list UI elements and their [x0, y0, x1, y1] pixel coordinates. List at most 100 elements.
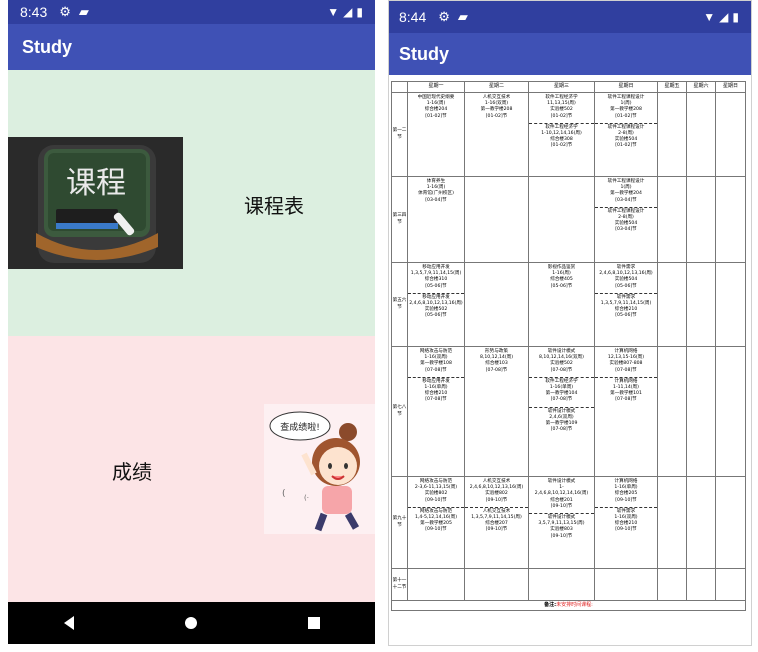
course-entry[interactable]: 软件设计模式 8,10,12,14,16(双周) 实验楼502 [07-08]节 — [530, 348, 594, 375]
svg-text:(: ( — [282, 489, 286, 499]
course-entry[interactable]: 形势与政策 8,10,12,14(周) 综合楼103 [07-08]节 — [466, 348, 528, 375]
timetable-cell[interactable]: 网络攻击与防范 1-16(双周) 第一教学楼108 [07-08]节 移动应用开发 1-1… — [407, 346, 465, 477]
timetable-cell[interactable] — [715, 262, 746, 347]
timetable-cell[interactable] — [464, 262, 529, 347]
timetable-cell[interactable] — [407, 568, 465, 601]
schedule-icon[interactable]: 课程 — [8, 137, 183, 269]
timetable-cell[interactable] — [657, 476, 687, 569]
course-entry[interactable]: 移动应用开发 1,3,5,7,9,11,14,15(周) 综合楼310 [05-06]… — [409, 264, 464, 291]
back-icon[interactable] — [49, 608, 89, 638]
nav-bar — [8, 602, 375, 644]
timetable-cell[interactable]: 计算机网络 12,13,15-16(周) 实验楼807-808 [07-08]节 计算机… — [594, 346, 658, 477]
timetable-cell[interactable]: 软件需求 2,4,6,8,10,12,13,16(周) 实验楼504 [05-06]节… — [594, 262, 658, 347]
timetable-cell[interactable]: 网络攻击与防范 2-3,6-11,13,15(周) 实验楼802 [09-10]节 网络… — [407, 476, 465, 569]
timetable-cell[interactable]: 软件工程课程设计 1(周) 第一教学楼208 [01-02]节 软件工程课程设计 2-8(… — [594, 92, 658, 177]
timetable-cell[interactable] — [657, 346, 687, 477]
timetable-cell[interactable] — [464, 568, 529, 601]
course-entry[interactable]: 软件设计模式 3,5,7,9,11,13,15(周) 实验楼803 [09-10]节 — [529, 512, 594, 541]
course-line: [01-02]节 — [425, 113, 447, 119]
course-line: [09-10]节 — [615, 497, 637, 503]
timetable-body: 第一二节 中国近现代史纲要 1-16(周) 综合楼204 [01-02]节 人机交互技术 1… — [391, 92, 746, 601]
course-entry[interactable]: 移动应用开发 2,4,6,8,10,12,13,16(周) 实验楼502 [05-06… — [408, 292, 464, 321]
note-text: 未安排时间课程: — [556, 602, 593, 608]
course-entry[interactable]: 移动应用开发 1-16(单周) 综合楼210 [07-08]节 — [408, 376, 464, 405]
timetable-cell[interactable] — [686, 568, 716, 601]
sd-card-icon: ▰ — [457, 9, 468, 24]
timetable-cell[interactable] — [686, 476, 716, 569]
course-entry[interactable]: 软件需求 2,4,6,8,10,12,13,16(周) 实验楼504 [05-06]节 — [596, 264, 657, 291]
timetable-cell[interactable] — [715, 568, 746, 601]
timetable-cell[interactable] — [657, 568, 687, 601]
course-entry[interactable]: 软件工程课程设计 2-8(周) 实验楼504 [01-02]节 — [595, 122, 657, 151]
course-entry[interactable]: 软件工程经济学 1-16(单周) 第一教学楼104 [07-08]节 — [529, 376, 594, 405]
timetable-cell[interactable]: 软件工程课程设计 1(周) 第一教学楼204 [03-04]节 软件工程课程设计 2-8(… — [594, 176, 658, 263]
grades-card[interactable]: 成绩 查成绩啦! ( (· — [8, 336, 375, 602]
sticker-text: 查成绩啦! — [280, 421, 320, 433]
course-entry[interactable]: 软件设计模式 1- 2,4,6,8,10,12,14,16(周) 综合楼201 [09-… — [530, 478, 594, 511]
course-entry[interactable]: 计算机网络 12,13,15-16(周) 实验楼807-808 [07-08]节 — [596, 348, 657, 375]
recents-icon[interactable] — [294, 608, 334, 638]
timetable-cell[interactable]: 人机交互技术 2,4,6,8,10,12,13,16(周) 实验楼802 [09-10… — [464, 476, 529, 569]
timetable-cell[interactable]: 计算机网络 1-16(单周) 综合楼205 [09-10]节 软件需求 1-16(双周) 综… — [594, 476, 658, 569]
grades-label[interactable]: 成绩 — [112, 456, 152, 485]
timetable-cell[interactable]: 影视作品鉴赏 1-16(周) 综合楼405 [05-06]节 — [528, 262, 595, 347]
timetable-cell[interactable] — [657, 92, 687, 177]
timetable-cell[interactable] — [464, 176, 529, 263]
schedule-card[interactable]: 课程 课程表 — [8, 70, 375, 336]
course-entry[interactable]: 软件工程课程设计 1(周) 第一教学楼204 [03-04]节 — [596, 178, 657, 205]
timetable-cell[interactable] — [715, 92, 746, 177]
timetable-cell[interactable] — [594, 568, 658, 601]
course-entry[interactable]: 软件工程课程设计 1(周) 第一教学楼208 [01-02]节 — [596, 94, 657, 121]
course-entry[interactable]: 软件工程经济学 11,13,15(周) 实验楼502 [01-02]节 — [530, 94, 594, 121]
course-entry[interactable]: 中国近现代史纲要 1-16(周) 综合楼204 [01-02]节 — [409, 94, 464, 121]
timetable-cell[interactable] — [528, 568, 595, 601]
grades-sticker[interactable]: 查成绩啦! ( (· — [264, 404, 375, 534]
timetable-cell[interactable] — [686, 346, 716, 477]
timetable-cell[interactable] — [715, 476, 746, 569]
course-entry[interactable]: 软件需求 1-16(双周) 综合楼210 [09-10]节 — [595, 506, 657, 535]
timetable-cell[interactable] — [715, 176, 746, 263]
home-icon[interactable] — [171, 608, 211, 638]
course-entry[interactable]: 人机交互技术 2,4,6,8,10,12,13,16(周) 实验楼802 [09-10… — [466, 478, 528, 505]
timetable: 星期一 星期二 星期三 星期日 星期五 星期六 星期日 第一二节 中国近现代史纲要… — [391, 81, 746, 611]
timetable-cell[interactable]: 人机交互技术 1-16(双周) 第一教学楼208 [01-02]节 — [464, 92, 529, 177]
timetable-cell[interactable] — [686, 176, 716, 263]
course-entry[interactable]: 软件工程经济学 1-10,12,14,16(周) 综合楼308 [01-02]节 — [529, 122, 594, 151]
course-entry[interactable]: 软件工程课程设计 2-8(周) 实验楼504 [03-04]节 — [595, 206, 657, 235]
course-entry[interactable]: 人机交互技术 1-16(双周) 第一教学楼208 [01-02]节 — [466, 94, 528, 121]
timetable-cell[interactable]: 软件设计模式 1- 2,4,6,8,10,12,14,16(周) 综合楼201 [09-… — [528, 476, 595, 569]
timetable-cell[interactable] — [715, 346, 746, 477]
course-entry[interactable]: 计算机网络 1-11,14(周) 第一教学楼101 [07-08]节 — [595, 376, 657, 405]
timetable-cell[interactable] — [528, 176, 595, 263]
timetable-cell[interactable]: 中国近现代史纲要 1-16(周) 综合楼204 [01-02]节 — [407, 92, 465, 177]
timetable-cell[interactable]: 移动应用开发 1,3,5,7,9,11,14,15(周) 综合楼310 [05-06]… — [407, 262, 465, 347]
course-entry[interactable]: 人机交互技术 1,3,5,7,9,11,14,15(周) 综合楼207 [09-10]… — [465, 506, 528, 535]
timetable-row: 第一二节 中国近现代史纲要 1-16(周) 综合楼204 [01-02]节 人机交互技术 1… — [391, 92, 746, 177]
course-line: [05-06]节 — [425, 283, 447, 289]
status-bar: 8:43 ⚙ ▰ ▼ ◢ ▮ — [8, 0, 375, 24]
signal-icon: ◢ — [343, 5, 353, 19]
header-cell: 星期五 — [657, 81, 687, 93]
header-cell — [391, 81, 408, 93]
course-entry[interactable]: 软件需求 1,3,5,7,9,11,14,15(周) 综合楼210 [05-06]节 — [595, 292, 657, 321]
course-line: [01-02]节 — [550, 143, 573, 149]
battery-icon: ▮ — [732, 10, 739, 24]
course-line: [05-06]节 — [615, 313, 637, 319]
course-entry[interactable]: 网络攻击与防范 2-3,6-11,13,15(周) 实验楼802 [09-10]节 — [409, 478, 464, 505]
course-entry[interactable]: 软件设计模式 2,4,6(双周) 第一教学楼109 [07-08]节 — [529, 406, 594, 435]
timetable-cell[interactable]: 体育养生 1-16(周) 体育馆(广州校区) [03-04]节 — [407, 176, 465, 263]
timetable-cell[interactable] — [657, 262, 687, 347]
timetable-cell[interactable]: 软件工程经济学 11,13,15(周) 实验楼502 [01-02]节 软件工程经济学 1… — [528, 92, 595, 177]
course-line: [05-06]节 — [425, 313, 447, 319]
schedule-label[interactable]: 课程表 — [244, 190, 304, 219]
course-entry[interactable]: 影视作品鉴赏 1-16(周) 综合楼405 [05-06]节 — [530, 264, 594, 291]
timetable-cell[interactable]: 形势与政策 8,10,12,14(周) 综合楼103 [07-08]节 — [464, 346, 529, 477]
course-entry[interactable]: 网络攻击与防范 1-16(双周) 第一教学楼108 [07-08]节 — [409, 348, 464, 375]
timetable-cell[interactable] — [657, 176, 687, 263]
course-entry[interactable]: 网络攻击与防范 1,4-5,12,14,16(周) 第一教学楼205 [09-10]节 — [408, 506, 464, 535]
course-entry[interactable]: 体育养生 1-16(周) 体育馆(广州校区) [03-04]节 — [409, 178, 464, 205]
timetable-cell[interactable]: 软件设计模式 8,10,12,14,16(双周) 实验楼502 [07-08]节 软件工… — [528, 346, 595, 477]
timetable-cell[interactable] — [686, 92, 716, 177]
course-entry[interactable]: 计算机网络 1-16(单周) 综合楼205 [09-10]节 — [596, 478, 657, 505]
timetable-cell[interactable] — [686, 262, 716, 347]
